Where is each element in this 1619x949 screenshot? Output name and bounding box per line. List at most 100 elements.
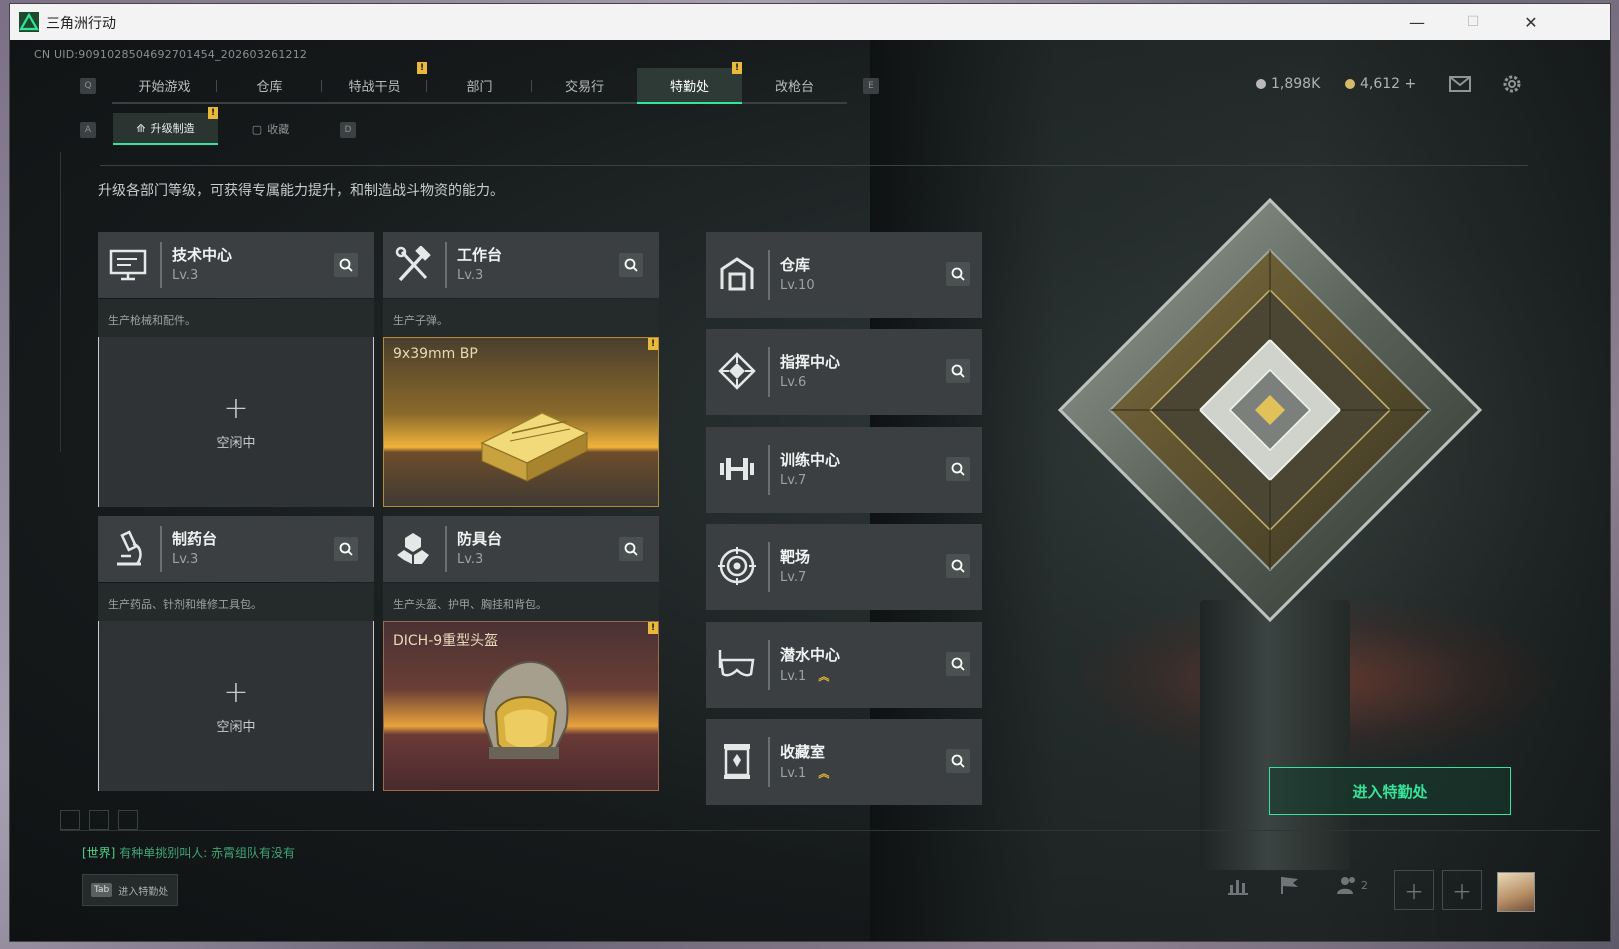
- facility-name: 工作台: [457, 246, 503, 264]
- nav-left-key-hint: Q: [80, 78, 96, 94]
- search-icon[interactable]: [946, 554, 970, 578]
- facility-level: Lv.6: [780, 375, 807, 390]
- facility-level: Lv.1 ︽: [780, 765, 829, 781]
- search-icon[interactable]: [334, 537, 358, 561]
- tab-start-game[interactable]: 开始游戏: [112, 68, 217, 104]
- tab-trading[interactable]: 交易行: [532, 68, 637, 104]
- facility-card-training-center[interactable]: 训练中心 Lv.7: [706, 427, 982, 513]
- mail-icon[interactable]: [1448, 74, 1472, 94]
- friends-icon: [1337, 877, 1355, 894]
- facility-subtitle: 生产头盔、护甲、胸挂和背包。: [383, 583, 659, 621]
- facility-card-warehouse[interactable]: 仓库 Lv.10: [706, 232, 982, 318]
- production-slot-ammo[interactable]: 9x39mm BP !: [383, 337, 659, 507]
- slot-status: 空闲中: [216, 719, 256, 735]
- card-divider: [768, 250, 770, 300]
- facility-card-tech-center[interactable]: 技术中心 Lv.3: [98, 232, 374, 298]
- computer-icon: [108, 245, 148, 285]
- facility-name: 靶场: [780, 548, 811, 566]
- microscope-icon: [108, 529, 148, 569]
- gold-amount: 4,612 +: [1360, 76, 1417, 92]
- tab-operators[interactable]: 特战干员!: [322, 62, 427, 104]
- maximize-button[interactable]: ☐: [1444, 4, 1502, 40]
- tab-upgrade-craft[interactable]: ⟰ 升级制造 !: [113, 107, 218, 145]
- enter-special-ops-button[interactable]: 进入特勤处: [1269, 767, 1511, 815]
- game-window: 三角洲行动 — ☐ ✕ CN UID:9091028504692701454_2…: [10, 4, 1610, 941]
- level-text: Lv.1: [780, 669, 807, 684]
- facility-name: 训练中心: [780, 451, 841, 469]
- section-divider: [100, 165, 1528, 166]
- armor-icon: [393, 529, 433, 569]
- search-icon[interactable]: [946, 262, 970, 286]
- card-divider: [768, 737, 770, 787]
- notification-badge: !: [648, 338, 658, 350]
- add-squad-slot-button[interactable]: ＋: [1442, 870, 1482, 910]
- facility-card-workbench[interactable]: 工作台 Lv.3: [383, 232, 659, 298]
- facility-name: 潜水中心: [780, 646, 841, 664]
- friends-button[interactable]: 2: [1330, 872, 1374, 898]
- production-slot-empty[interactable]: + 空闲中: [98, 621, 374, 791]
- facility-card-pharmacy[interactable]: 制药台 Lv.3: [98, 516, 374, 582]
- item-name: DICH-9重型头盔: [393, 633, 499, 649]
- facility-card-diving-center[interactable]: 潜水中心 Lv.1 ︽: [706, 622, 982, 708]
- tab-label: 特战干员: [348, 79, 401, 95]
- search-icon[interactable]: [334, 253, 358, 277]
- search-icon[interactable]: [619, 253, 643, 277]
- card-divider: [768, 542, 770, 592]
- player-uid: CN UID:9091028504692701454_202603261212: [34, 48, 308, 61]
- close-button[interactable]: ✕: [1502, 4, 1560, 40]
- facility-card-armor-bench[interactable]: 防具台 Lv.3: [383, 516, 659, 582]
- silver-coin-icon: [1256, 79, 1266, 89]
- minimize-button[interactable]: —: [1388, 4, 1446, 40]
- tab-label: 开始游戏: [138, 79, 191, 95]
- helmet-icon: [474, 652, 574, 786]
- silver-amount: 1,898K: [1271, 76, 1321, 92]
- search-icon[interactable]: [946, 652, 970, 676]
- tab-warehouse[interactable]: 仓库: [217, 68, 322, 104]
- facility-name: 收藏室: [780, 743, 826, 761]
- quick-slot[interactable]: [60, 810, 80, 830]
- card-divider: [768, 640, 770, 690]
- gear-icon[interactable]: [1501, 73, 1523, 95]
- facility-card-command-center[interactable]: 指挥中心 Lv.6: [706, 329, 982, 415]
- app-logo-icon: [19, 12, 39, 32]
- item-name: 9x39mm BP: [393, 346, 478, 362]
- ammo-box-icon: [472, 393, 592, 487]
- search-icon[interactable]: [946, 749, 970, 773]
- world-chat[interactable]: [世界] 有种单挑别叫人: 赤霄组队有没有: [82, 844, 295, 861]
- tab-shortcut-hint[interactable]: Tab 进入特勤处: [82, 874, 178, 906]
- flag-icon[interactable]: [1277, 872, 1303, 898]
- currency-silver: 1,898K: [1256, 76, 1320, 92]
- currency-gold[interactable]: 4,612 +: [1345, 76, 1416, 92]
- card-divider: [445, 242, 447, 288]
- quick-slot[interactable]: [89, 810, 109, 830]
- tab-department[interactable]: 部门: [427, 68, 532, 104]
- card-divider: [160, 242, 162, 288]
- stats-icon[interactable]: [1225, 872, 1251, 898]
- add-squad-slot-button[interactable]: ＋: [1394, 870, 1434, 910]
- slot-status: 空闲中: [216, 435, 256, 451]
- tab-hint-label: 进入特勤处: [118, 886, 169, 898]
- gold-coin-icon: [1345, 79, 1355, 89]
- tab-special-ops[interactable]: 特勤处!: [637, 62, 742, 104]
- tab-key: Tab: [91, 883, 113, 897]
- search-icon[interactable]: [946, 359, 970, 383]
- quick-slot[interactable]: [118, 810, 138, 830]
- facility-subtitle: 生产子弹。: [383, 299, 659, 337]
- production-slot-empty[interactable]: + 空闲中: [98, 337, 374, 507]
- facility-level: Lv.10: [780, 278, 815, 293]
- facility-card-collection-room[interactable]: 收藏室 Lv.1 ︽: [706, 719, 982, 805]
- facility-name: 防具台: [457, 530, 503, 548]
- production-slot-helmet[interactable]: DICH-9重型头盔 !: [383, 621, 659, 791]
- tab-gunsmith[interactable]: 改枪台: [742, 68, 847, 104]
- search-icon[interactable]: [946, 457, 970, 481]
- tools-icon: [393, 245, 433, 285]
- goggles-icon: [716, 643, 758, 685]
- facility-level: Lv.3: [172, 268, 199, 283]
- tab-collection[interactable]: ▢ 收藏: [218, 113, 323, 145]
- warehouse-icon: [716, 253, 758, 295]
- add-icon: +: [223, 390, 249, 426]
- avatar[interactable]: [1497, 872, 1535, 912]
- facility-card-shooting-range[interactable]: 靶场 Lv.7: [706, 524, 982, 610]
- friends-count: 2: [1361, 878, 1368, 892]
- search-icon[interactable]: [619, 537, 643, 561]
